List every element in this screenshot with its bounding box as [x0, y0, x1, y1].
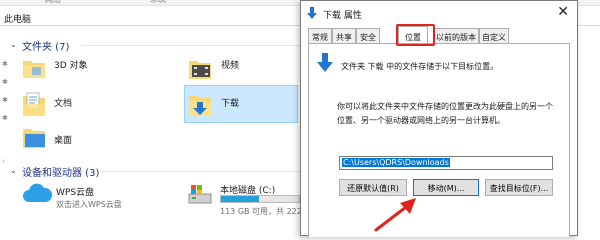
folder-label: 文档 — [54, 99, 73, 109]
folder-label: 桌面 — [54, 136, 73, 146]
dialog-titlebar[interactable]: 下载 属性 ✕ — [301, 1, 577, 25]
folders-group-title[interactable]: 文件夹 (7) — [22, 38, 69, 53]
downloads-folder-icon — [189, 96, 211, 116]
pin-icon: ✱ — [2, 96, 8, 104]
download-arrow-icon — [317, 53, 333, 72]
annotation-arrow — [374, 198, 416, 232]
folder-label: 下载 — [221, 99, 240, 109]
folder-label: 视频 — [221, 61, 240, 71]
address-text: 此电脑 — [4, 15, 32, 25]
close-button[interactable]: ✕ — [557, 4, 569, 20]
location-description: 文件夹 下载 中的文件存储于以下目标位置。 — [341, 62, 499, 71]
tab-previous-versions[interactable]: 以前的版本 — [433, 28, 479, 44]
drive-subtext: 双击进入WPS云盘 — [56, 200, 122, 209]
tab-customize[interactable]: 自定义 — [479, 28, 509, 44]
target-path-text: C:\Users\QDRS\Downloads — [342, 158, 450, 167]
find-target-button[interactable]: 查找目标位(F)... — [485, 179, 553, 196]
ribbon-tab-system[interactable]: 系统 — [150, 0, 166, 5]
annotation-highlight-box — [396, 24, 435, 46]
drive-wps-cloud[interactable]: WPS云盘 双击进入WPS云盘 — [22, 182, 122, 209]
folder-label: 3D 对象 — [54, 61, 88, 71]
folder-documents[interactable]: 文档 — [22, 90, 72, 121]
download-arrow-icon — [307, 7, 317, 19]
folder-desktop[interactable]: 桌面 — [22, 126, 72, 153]
group-divider — [82, 45, 300, 46]
drive-label: WPS云盘 — [56, 188, 95, 198]
drive-usage-fill — [221, 196, 260, 202]
documents-folder-icon — [23, 92, 45, 116]
target-path-field[interactable]: C:\Users\QDRS\Downloads — [339, 156, 553, 170]
chevron-down-icon[interactable]: ⌄ — [10, 166, 17, 175]
pin-icon: ✱ — [2, 78, 8, 86]
desktop-folder-icon — [23, 129, 45, 148]
pin-icon: ✱ — [2, 114, 8, 122]
drive-local-c[interactable]: 本地磁盘 (C:) 113 GB 可用，共 222 — [186, 182, 302, 216]
drive-usage-bar — [220, 195, 300, 203]
devices-group-title[interactable]: 设备和驱动器 (3) — [22, 164, 99, 179]
move-button[interactable]: 移动(M)... — [413, 179, 479, 196]
pin-icon: ✱ — [2, 60, 8, 68]
tab-security[interactable]: 安全 — [356, 28, 380, 44]
location-tab-pane — [308, 43, 570, 237]
move-description: 你可以将此文件夹中文件存储的位置更改为此硬盘上的另一个位置、另一个驱动器或网络上… — [337, 102, 553, 125]
hard-drive-icon — [188, 185, 212, 204]
ribbon-tab-network[interactable]: 网络 — [45, 0, 61, 5]
dialog-title: 下载 属性 — [323, 11, 362, 21]
group-divider — [102, 171, 300, 172]
cloud-icon — [23, 183, 53, 202]
video-folder-icon — [189, 61, 211, 79]
folder-videos[interactable]: 视频 — [188, 56, 239, 85]
folder-3d-icon — [23, 61, 45, 78]
tab-general[interactable]: 常规 — [308, 28, 332, 44]
tab-sharing[interactable]: 共享 — [332, 28, 356, 44]
chevron-down-icon[interactable]: ⌄ — [10, 40, 17, 49]
drive-subtext: 113 GB 可用，共 222 — [220, 207, 302, 216]
folder-downloads[interactable]: 下载 — [188, 90, 239, 121]
properties-dialog: 下载 属性 ✕ 常规 共享 安全 位置 以前的版本 自定义 文件夹 下载 中的文… — [300, 0, 578, 237]
pin-icon: › — [2, 157, 5, 165]
folder-3d-objects[interactable]: 3D 对象 — [22, 56, 88, 83]
